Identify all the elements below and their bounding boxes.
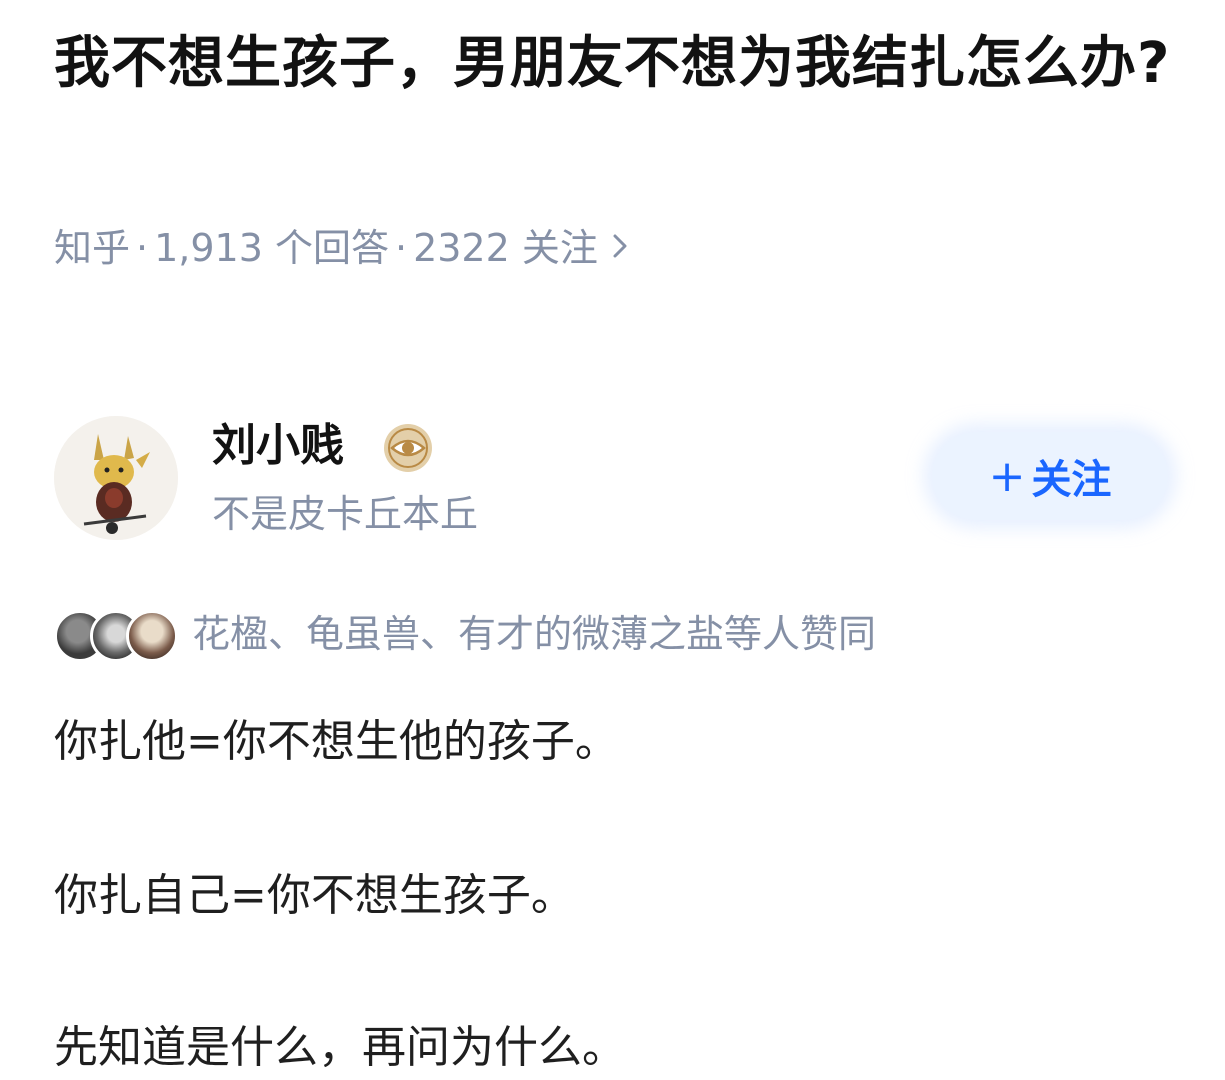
plus-icon: + (988, 450, 1026, 502)
author-avatar[interactable] (54, 416, 178, 540)
upvoters-row[interactable]: 花楹、龟虽兽、有才的微薄之盐等人赞同 (54, 606, 876, 662)
answer-paragraph: 先知道是什么，再问为什么。 (54, 1022, 626, 1073)
follower-count: 2322 关注 (413, 226, 598, 270)
answer-paragraph: 你扎自己=你不想生孩子。 (54, 870, 575, 921)
author-name[interactable]: 刘小贱 (212, 416, 344, 476)
voter-avatar (126, 610, 178, 662)
question-meta[interactable]: 知乎 · 1,913 个回答 · 2322 关注 (54, 222, 628, 274)
upvoters-text: 花楹、龟虽兽、有才的微薄之盐等人赞同 (192, 612, 877, 656)
voter-avatar-stack (54, 608, 182, 662)
author-bio: 不是皮卡丘本丘 (212, 492, 479, 536)
follow-button-label: 关注 (1031, 457, 1112, 503)
answer-author-row: 刘小贱 不是皮卡丘本丘 + 关注 (54, 410, 1174, 540)
meta-separator: · (394, 226, 408, 270)
chevron-right-icon[interactable] (612, 222, 628, 274)
follow-button[interactable]: + 关注 (932, 432, 1168, 520)
answer-count: 1,913 个回答 (154, 226, 389, 270)
eye-badge-icon (382, 422, 434, 474)
source-label: 知乎 (54, 226, 131, 270)
pikachu-avatar-icon (54, 416, 178, 540)
answer-paragraph: 你扎他=你不想生他的孩子。 (54, 716, 619, 767)
meta-separator: · (136, 226, 149, 270)
question-title[interactable]: 我不想生孩子，男朋友不想为我结扎怎么办? (54, 22, 1174, 106)
